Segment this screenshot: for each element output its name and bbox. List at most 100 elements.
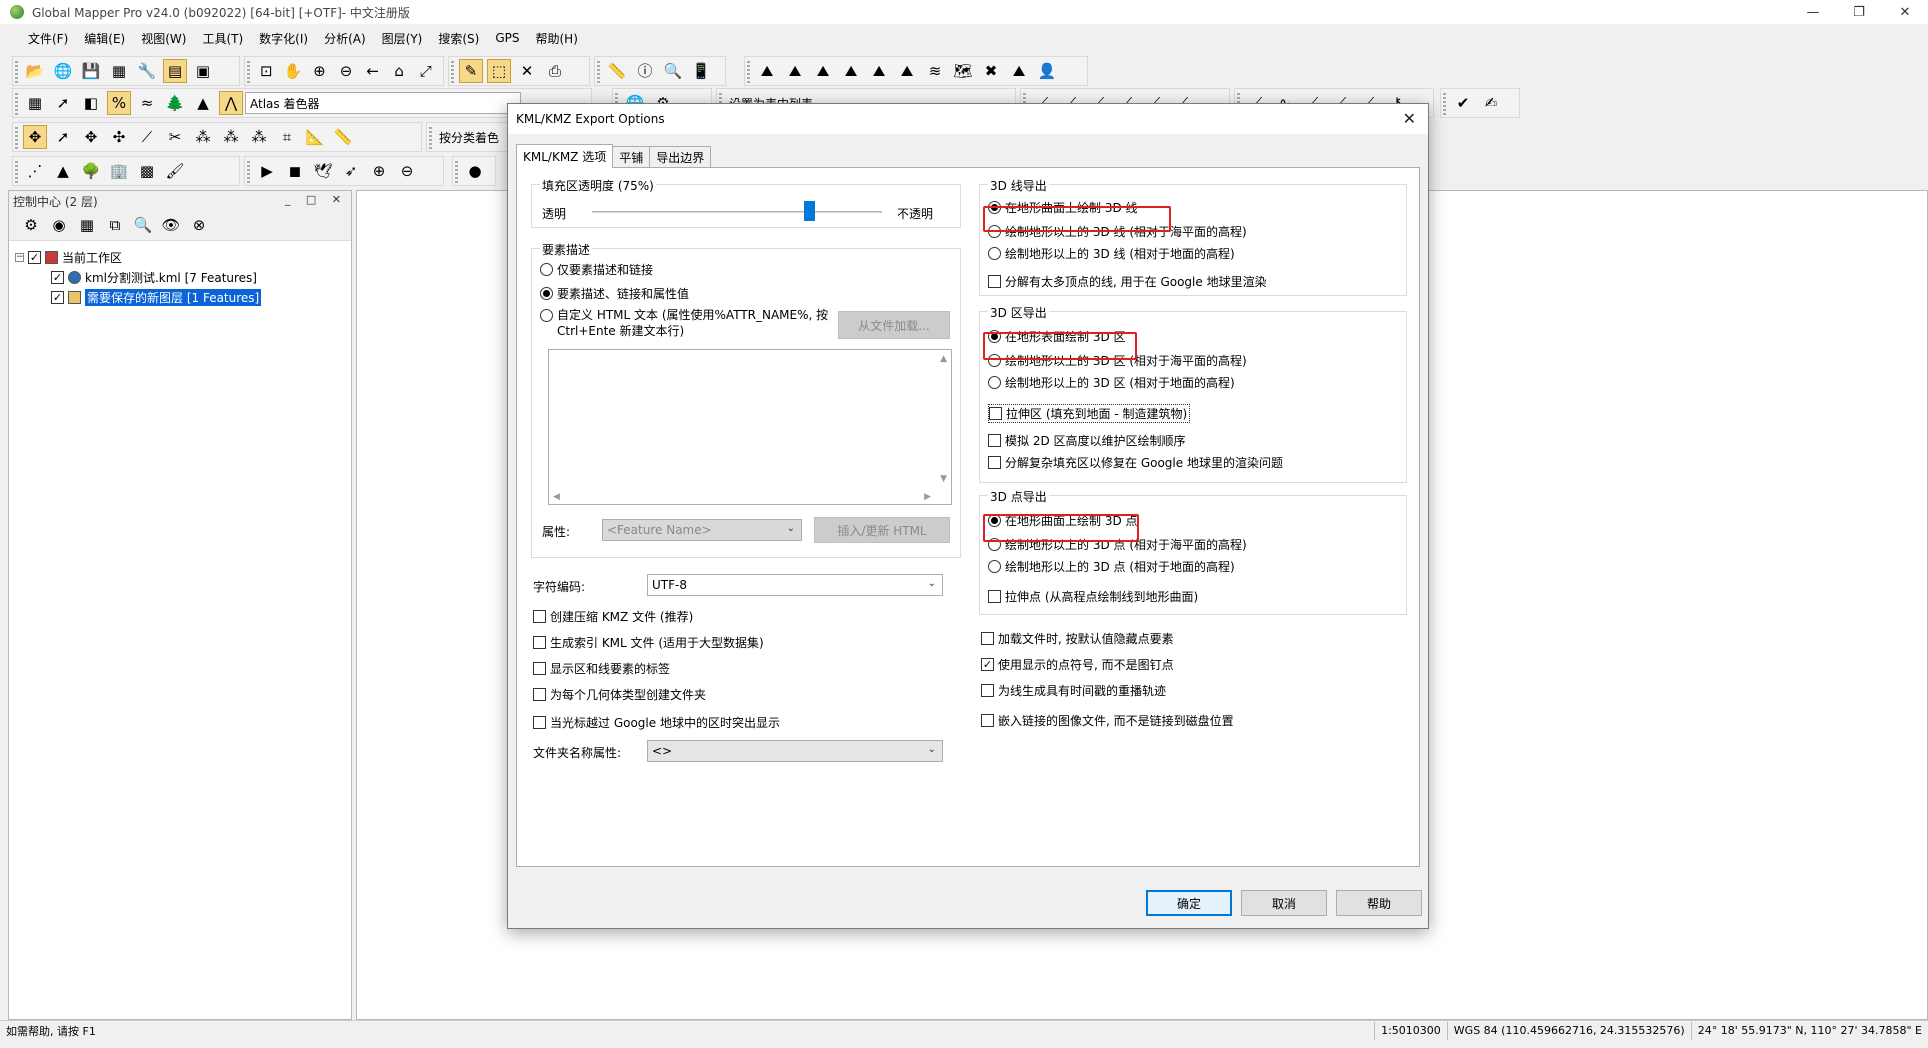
- remove-point-icon[interactable]: ⊖: [395, 159, 419, 183]
- checkbox[interactable]: [988, 456, 1001, 469]
- checkbox[interactable]: [981, 632, 994, 645]
- html-text-area[interactable]: ▲ ▼ ◀ ▶: [548, 349, 952, 505]
- block-icon[interactable]: ▩: [135, 159, 159, 183]
- area3d-option-ground[interactable]: 绘制地形以上的 3D 区 (相对于地面的高程): [988, 374, 1235, 391]
- terrain-icon[interactable]: ⛰: [839, 59, 863, 83]
- menu-analysis[interactable]: 分析(A): [316, 30, 374, 47]
- workspace-checkbox[interactable]: ✓: [28, 250, 41, 264]
- terrain-icon[interactable]: ⛰: [867, 59, 891, 83]
- print-icon[interactable]: ⎙: [543, 59, 567, 83]
- ruler-icon[interactable]: 📏: [331, 125, 355, 149]
- terrain-icon[interactable]: ⛰: [895, 59, 919, 83]
- checkbox[interactable]: [981, 714, 994, 727]
- zoom-in-icon[interactable]: ⊕: [308, 59, 331, 83]
- terrain-icon[interactable]: ⛰: [811, 59, 835, 83]
- cube-icon[interactable]: ◧: [79, 91, 103, 115]
- tab-export-bounds[interactable]: 导出边界: [649, 146, 712, 168]
- arrow-tool-icon[interactable]: ➚: [51, 125, 75, 149]
- back-arrow-icon[interactable]: ←: [361, 59, 384, 83]
- menu-tools[interactable]: 工具(T): [194, 30, 251, 47]
- menu-help[interactable]: 帮助(H): [528, 30, 586, 47]
- shader-select[interactable]: Atlas 着色器: [245, 92, 521, 114]
- zoom-box-icon[interactable]: ⊡: [255, 59, 278, 83]
- point3d-option-ground[interactable]: 绘制地形以上的 3D 点 (相对于地面的高程): [988, 558, 1235, 575]
- check-extrude-areas[interactable]: 拉伸区 (填充到地面 - 制造建筑物): [988, 404, 1191, 423]
- encoding-select[interactable]: UTF-8 ⌄: [647, 574, 943, 596]
- terrain-icon[interactable]: ⛰: [1007, 59, 1031, 83]
- layer-checkbox[interactable]: ✓: [51, 270, 64, 284]
- points-icon[interactable]: ⋰: [23, 159, 47, 183]
- check-extrude-points[interactable]: 拉伸点 (从高程点绘制线到地形曲面): [988, 588, 1198, 605]
- layer-checkbox[interactable]: ✓: [51, 290, 64, 304]
- dialog-close-icon[interactable]: ✕: [1403, 109, 1416, 128]
- desc-option-custom[interactable]: 自定义 HTML 文本 (属性使用%ATTR_NAME%, 按 Ctrl+Ent…: [540, 307, 828, 339]
- table-icon[interactable]: ▦: [107, 59, 131, 83]
- line-tool-icon[interactable]: ⟋: [135, 125, 159, 149]
- save-icon[interactable]: 💾: [79, 59, 103, 83]
- vertex-icon[interactable]: ⁂: [219, 125, 243, 149]
- checkbox[interactable]: [533, 636, 546, 649]
- water-icon[interactable]: ≈: [135, 91, 159, 115]
- globe-icon[interactable]: 🌐: [51, 59, 75, 83]
- radio-line3d-ground[interactable]: [988, 247, 1001, 260]
- atlas-icon[interactable]: ⋀: [219, 91, 243, 115]
- fly-icon[interactable]: ➶: [339, 159, 363, 183]
- check-create-kmz[interactable]: 创建压缩 KMZ 文件 (推荐): [533, 608, 693, 625]
- check-simulate-2d[interactable]: 模拟 2D 区高度以维护区绘制顺序: [988, 432, 1186, 449]
- play-icon[interactable]: ▶: [255, 159, 279, 183]
- stop-icon[interactable]: ◼: [283, 159, 307, 183]
- workspace-node[interactable]: − ✓ 当前工作区: [15, 247, 351, 267]
- layers-icon[interactable]: ▤: [163, 59, 187, 83]
- check-embed-images[interactable]: 嵌入链接的图像文件, 而不是链接到磁盘位置: [981, 712, 1234, 729]
- checkbox[interactable]: [533, 662, 546, 675]
- radio-desc-custom[interactable]: [540, 309, 553, 322]
- tree-icon[interactable]: 🌲: [163, 91, 187, 115]
- check-split-lines[interactable]: 分解有太多顶点的线, 用于在 Google 地球里渲染: [988, 273, 1267, 290]
- layer-add-icon[interactable]: ⚙: [19, 214, 43, 238]
- scroll-left-icon[interactable]: ◀: [553, 492, 560, 502]
- menu-file[interactable]: 文件(F): [20, 30, 76, 47]
- radio-desc-attributes[interactable]: [540, 287, 553, 300]
- minimize-button[interactable]: —: [1790, 0, 1836, 24]
- info-icon[interactable]: ⓘ: [633, 59, 657, 83]
- search-map-icon[interactable]: 🔍: [661, 59, 685, 83]
- check-index-kml[interactable]: 生成索引 KML 文件 (适用于大型数据集): [533, 634, 764, 651]
- select-icon[interactable]: ⬚: [487, 59, 511, 83]
- layer-row[interactable]: ✓ 需要保存的新图层 [1 Features]: [15, 287, 351, 307]
- bird-icon[interactable]: 🕊: [311, 159, 335, 183]
- menu-edit[interactable]: 编辑(E): [76, 30, 133, 47]
- check-replay-track[interactable]: 为线生成具有时间戳的重播轨迹: [981, 682, 1166, 699]
- checkbox[interactable]: [981, 684, 994, 697]
- move-icon[interactable]: ✥: [23, 125, 47, 149]
- layer-zoom-icon[interactable]: 🔍: [131, 214, 155, 238]
- brush-icon[interactable]: 🖌: [163, 159, 187, 183]
- frame-icon[interactable]: ▣: [191, 59, 215, 83]
- vertex-icon[interactable]: ⁂: [247, 125, 271, 149]
- ruler-icon[interactable]: 📏: [605, 59, 629, 83]
- layer-eye-icon[interactable]: 👁: [159, 214, 183, 238]
- pan-hand-icon[interactable]: ✋: [282, 59, 305, 83]
- mountain-icon[interactable]: ▲: [191, 91, 215, 115]
- check-geometry-folders[interactable]: 为每个几何体类型创建文件夹: [533, 686, 706, 703]
- user-icon[interactable]: 👤: [1035, 59, 1059, 83]
- check-hide-points[interactable]: 加载文件时, 按默认值隐藏点要素: [981, 630, 1174, 647]
- terrain-icon[interactable]: ⛰: [755, 59, 779, 83]
- maximize-button[interactable]: ❐: [1836, 0, 1882, 24]
- vertex-icon[interactable]: ⁂: [191, 125, 215, 149]
- add-point-icon[interactable]: ⊕: [367, 159, 391, 183]
- ok-button[interactable]: 确定: [1146, 890, 1232, 916]
- transparency-slider[interactable]: [592, 211, 882, 213]
- node-icon[interactable]: ✣: [107, 125, 131, 149]
- check-display-symbols[interactable]: ✓ 使用显示的点符号, 而不是图钉点: [981, 656, 1174, 673]
- checkbox[interactable]: [533, 716, 546, 729]
- zoom-out-icon[interactable]: ⊖: [335, 59, 358, 83]
- desc-option-attributes[interactable]: 要素描述、链接和属性值: [540, 285, 689, 302]
- checkbox[interactable]: [988, 590, 1001, 603]
- collapse-icon[interactable]: −: [15, 252, 24, 262]
- percent-icon[interactable]: %: [107, 91, 131, 115]
- pencil-icon[interactable]: ✎: [459, 59, 483, 83]
- delete-icon[interactable]: ✕: [515, 59, 539, 83]
- device-icon[interactable]: 📱: [689, 59, 713, 83]
- arrow-tool-icon[interactable]: ➚: [51, 91, 75, 115]
- layer-row[interactable]: ✓ kml分割测试.kml [7 Features]: [15, 267, 351, 287]
